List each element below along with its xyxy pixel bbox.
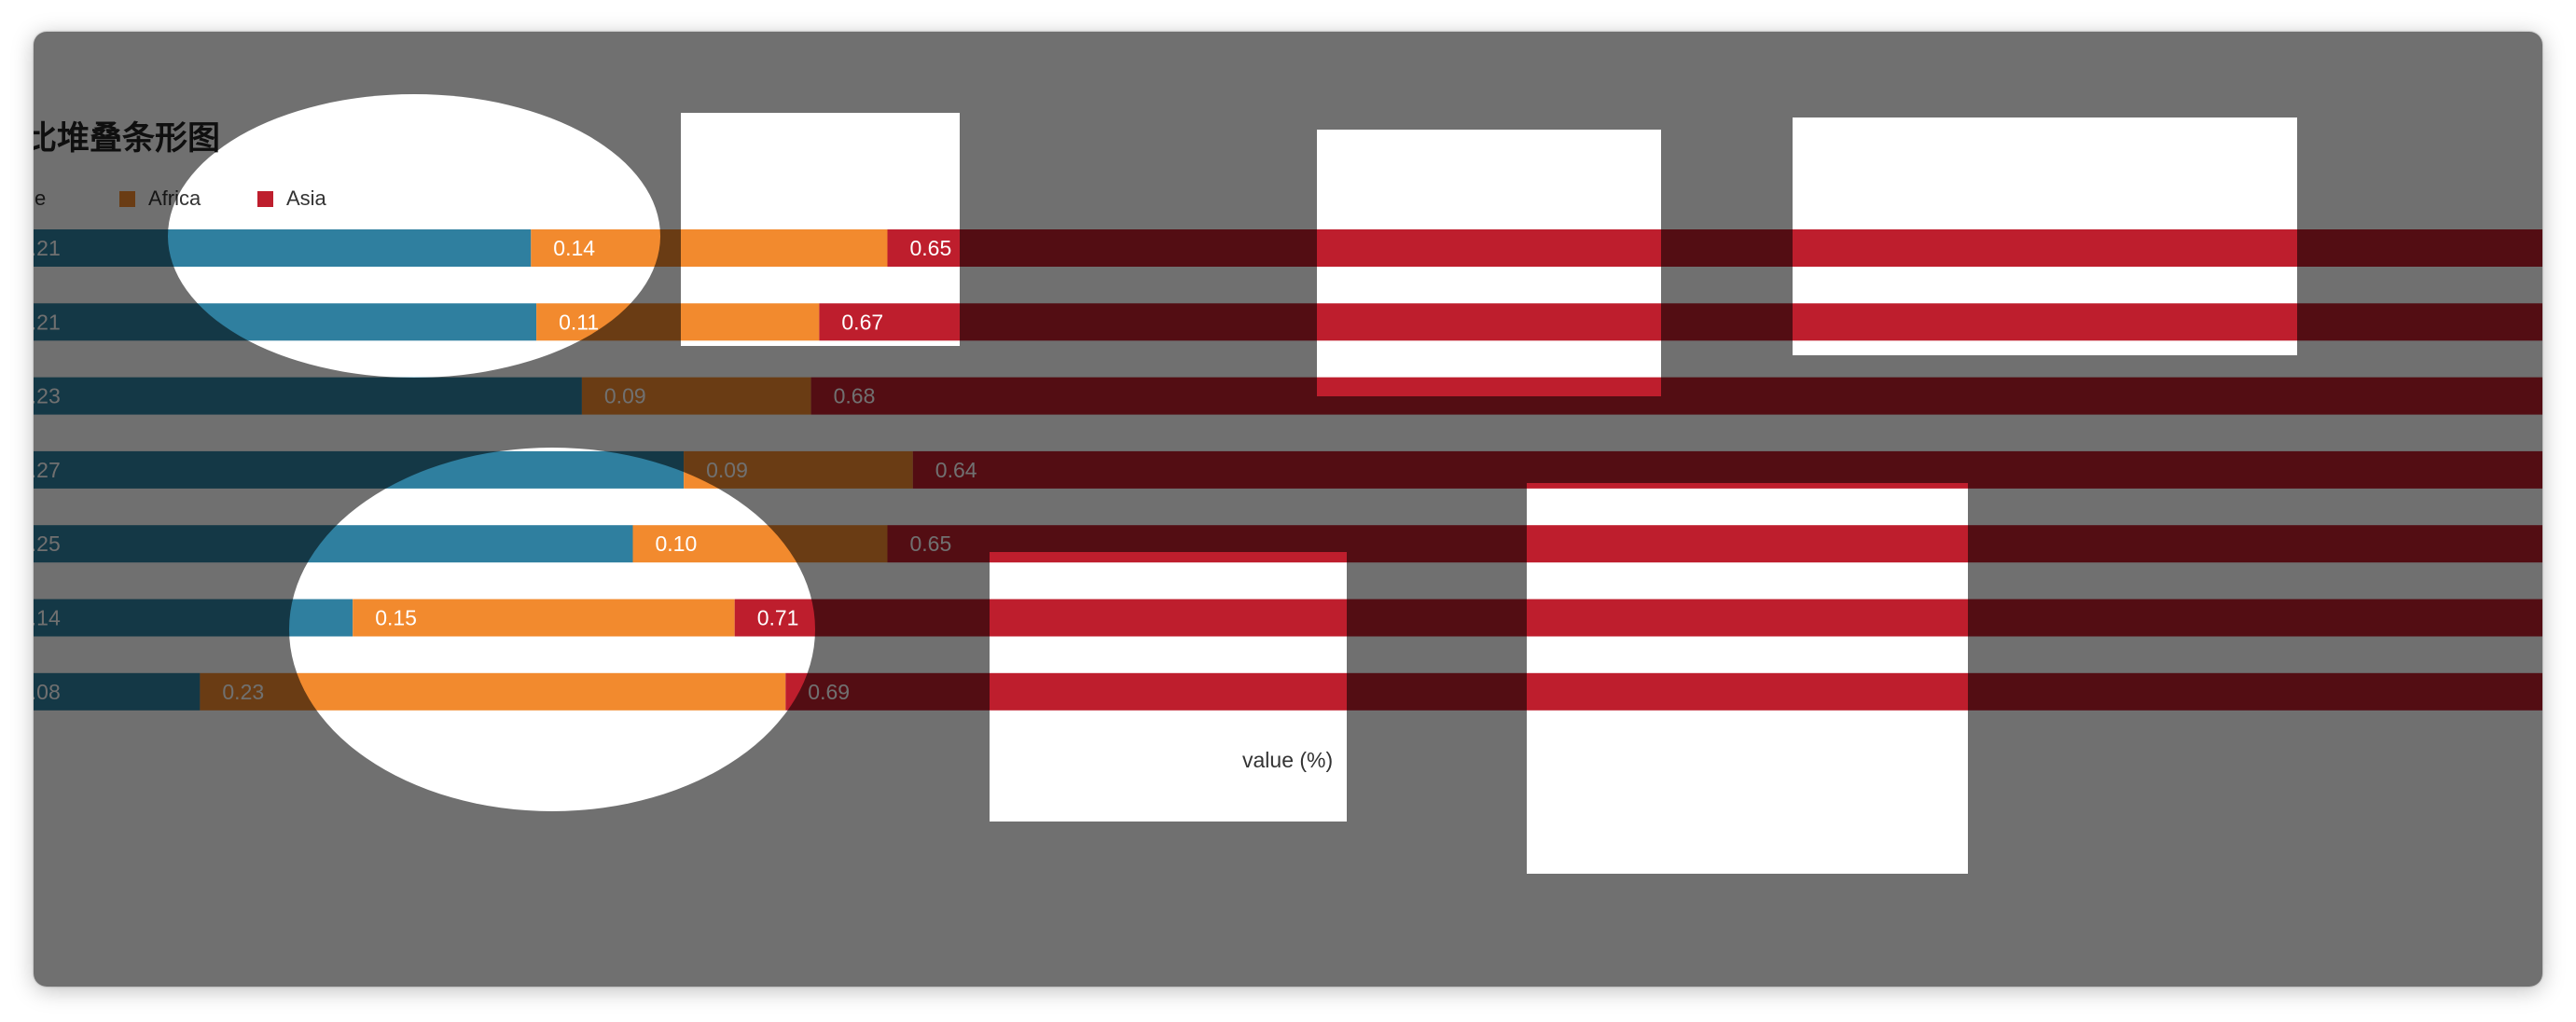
data-label-row-4-series-2: 0.09 <box>706 458 748 482</box>
data-label-row-6-series-3: 0.71 <box>757 606 799 630</box>
bar-row-5-series-1[interactable] <box>34 525 633 563</box>
data-label-row-2-series-2: 0.11 <box>559 310 599 334</box>
data-label-row-1-series-2: 0.14 <box>553 236 595 260</box>
legend-swatch-africa <box>119 190 135 207</box>
bar-row-4-series-1[interactable] <box>34 450 685 489</box>
bar-row-3-series-3[interactable] <box>810 377 2542 415</box>
x-axis-label: value (%) <box>1242 748 1334 772</box>
data-label-row-6-series-2: 0.15 <box>375 606 417 630</box>
data-label-row-1-series-1: 0.21 <box>34 236 61 260</box>
data-label-row-4-series-1: 0.27 <box>34 458 61 482</box>
legend-item-asia[interactable]: Asia <box>257 186 326 211</box>
chart-title: 比堆叠条形图 <box>34 120 221 158</box>
data-label-row-7-series-2: 0.23 <box>222 680 264 704</box>
data-label-row-6-series-1: 0.14 <box>34 606 61 630</box>
bar-row-3-series-1[interactable] <box>34 377 582 415</box>
legend-label-asia: Asia <box>286 186 326 210</box>
data-label-row-4-series-3: 0.64 <box>935 458 977 482</box>
data-label-row-7-series-1: 0.08 <box>34 680 61 704</box>
bar-row-2-series-3[interactable] <box>819 303 2542 341</box>
data-label-row-5-series-1: 0.25 <box>34 532 61 556</box>
data-label-row-2-series-1: 0.21 <box>34 310 61 334</box>
bar-row-2-series-1[interactable] <box>34 303 537 341</box>
bar-row-1-series-3[interactable] <box>887 229 2543 267</box>
data-label-row-7-series-3: 0.69 <box>808 680 850 704</box>
chart-window: 0.21 0.14 0.65 0.21 0.11 0.67 0.23 0.09 0.68 0.27… <box>34 32 2542 987</box>
chart-plot: 0.21 0.14 0.65 0.21 0.11 0.67 0.23 0.09 0.68 0.27… <box>34 229 2543 711</box>
data-label-row-1-series-3: 0.65 <box>910 236 952 260</box>
bar-row-6-series-3[interactable] <box>734 599 2542 637</box>
data-label-row-5-series-3: 0.65 <box>910 532 952 556</box>
legend-swatch-asia <box>257 190 273 207</box>
bar-row-5-series-3[interactable] <box>887 525 2543 563</box>
bar-row-7-series-2[interactable] <box>200 672 786 711</box>
legend-label-africa: Africa <box>148 186 201 210</box>
data-label-row-3-series-1: 0.23 <box>34 384 61 408</box>
data-label-row-3-series-3: 0.68 <box>834 384 876 408</box>
bar-row-1-series-1[interactable] <box>34 229 532 267</box>
bar-row-6-series-1[interactable] <box>34 599 353 637</box>
bar-row-7-series-3[interactable] <box>785 672 2542 711</box>
data-label-row-3-series-2: 0.09 <box>604 384 646 408</box>
legend-item-africa[interactable]: Africa <box>119 186 201 211</box>
legend-item-series-1[interactable]: e <box>34 186 46 211</box>
data-label-row-2-series-3: 0.67 <box>841 310 883 334</box>
bar-row-4-series-3[interactable] <box>912 450 2542 489</box>
legend-label-series-1: e <box>35 186 47 210</box>
data-label-row-5-series-2: 0.10 <box>656 532 698 556</box>
